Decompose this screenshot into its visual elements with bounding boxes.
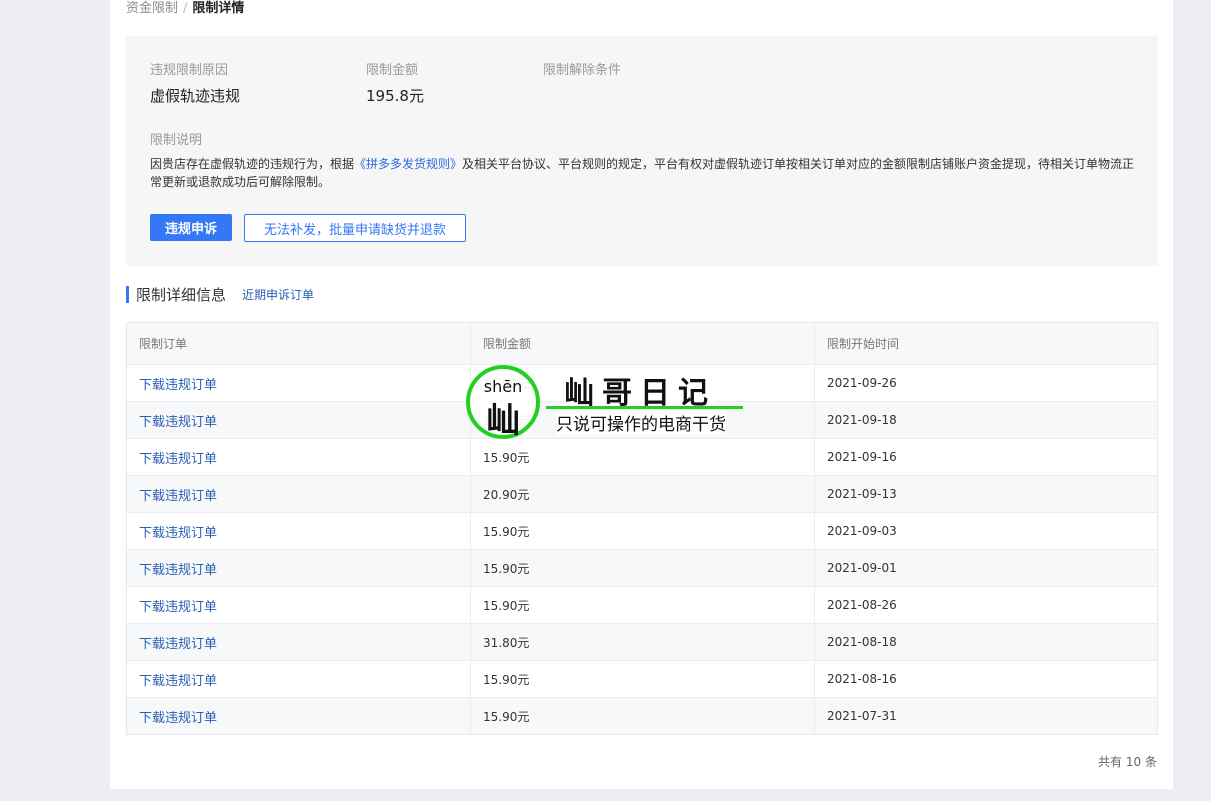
amount-cell: 20.90元 (470, 476, 814, 512)
order-cell: 下载违规订单 (127, 513, 470, 549)
description-before: 因贵店存在虚假轨迹的违规行为，根据 (150, 157, 355, 171)
section-header: 限制详细信息 近期申诉订单 (126, 284, 314, 304)
column-header-date: 限制开始时间 (814, 323, 1157, 364)
breadcrumb-separator: / (183, 1, 188, 16)
column-header-amount: 限制金额 (470, 323, 814, 364)
order-cell: 下载违规订单 (127, 476, 470, 512)
download-order-link[interactable]: 下载违规订单 (139, 374, 217, 393)
date-cell: 2021-09-26 (814, 365, 1157, 401)
total-count: 共有 10 条 (1098, 755, 1157, 769)
reason-value: 虚假轨迹违规 (150, 87, 241, 105)
table-row: 下载违规订单 15.90元 2021-08-26 (127, 586, 1157, 623)
appeal-button[interactable]: 违规申诉 (150, 214, 232, 241)
download-order-link[interactable]: 下载违规订单 (139, 411, 217, 430)
reason-label: 违规限制原因 (150, 63, 229, 78)
date-cell: 2021-09-03 (814, 513, 1157, 549)
order-cell: 下载违规订单 (127, 402, 470, 438)
amount-cell: 15.90元 (470, 550, 814, 586)
table-row: 下载违规订单 20.90元 2021-09-13 (127, 475, 1157, 512)
order-cell: 下载违规订单 (127, 661, 470, 697)
order-cell: 下载违规订单 (127, 698, 470, 734)
amount-value: 195.8元 (366, 87, 424, 105)
date-cell: 2021-08-18 (814, 624, 1157, 660)
date-cell: 2021-08-16 (814, 661, 1157, 697)
date-cell: 2021-09-01 (814, 550, 1157, 586)
order-cell: 下载违规订单 (127, 587, 470, 623)
watermark-logo: shēn 屾 (466, 365, 540, 441)
table-row: 下载违规订单 15.90元 2021-08-16 (127, 660, 1157, 697)
description-text: 因贵店存在虚假轨迹的违规行为，根据《拼多多发货规则》及相关平台协议、平台规则的规… (150, 155, 1140, 191)
description-label: 限制说明 (150, 133, 203, 148)
table-row: 下载违规订单 15.90元 2021-07-31 (127, 697, 1157, 734)
date-cell: 2021-09-18 (814, 402, 1157, 438)
batch-refund-button[interactable]: 无法补发，批量申请缺货并退款 (244, 214, 466, 242)
amount-cell: 15.90元 (470, 513, 814, 549)
table-row: 下载违规订单 31.80元 2021-08-18 (127, 623, 1157, 660)
date-cell: 2021-07-31 (814, 698, 1157, 734)
amount-cell: 15.90元 (470, 698, 814, 734)
condition-label: 限制解除条件 (543, 63, 622, 78)
download-order-link[interactable]: 下载违规订单 (139, 596, 217, 615)
breadcrumb-current: 限制详情 (192, 1, 245, 16)
amount-cell: 15.90元 (470, 587, 814, 623)
order-cell: 下载违规订单 (127, 550, 470, 586)
download-order-link[interactable]: 下载违规订单 (139, 448, 217, 467)
date-cell: 2021-09-13 (814, 476, 1157, 512)
order-cell: 下载违规订单 (127, 624, 470, 660)
amount-cell: 31.80元 (470, 624, 814, 660)
section-title: 限制详细信息 (136, 285, 227, 304)
breadcrumb-parent[interactable]: 资金限制 (126, 1, 178, 16)
table-row: 下载违规订单 15.90元 2021-09-03 (127, 512, 1157, 549)
order-cell: 下载违规订单 (127, 439, 470, 475)
watermark-char: 屾 (486, 401, 520, 441)
amount-cell: 15.90元 (470, 439, 814, 475)
recent-appeals-link[interactable]: 近期申诉订单 (242, 286, 314, 303)
amount-label: 限制金额 (366, 63, 419, 78)
section-accent-bar (126, 285, 129, 303)
table-row: 下载违规订单 15.90元 2021-09-01 (127, 549, 1157, 586)
watermark-underline (546, 406, 743, 409)
download-order-link[interactable]: 下载违规订单 (139, 559, 217, 578)
table-header: 限制订单 限制金额 限制开始时间 (127, 323, 1157, 364)
watermark-subtitle: 只说可操作的电商干货 (556, 410, 726, 435)
date-cell: 2021-09-16 (814, 439, 1157, 475)
amount-cell: 15.90元 (470, 661, 814, 697)
download-order-link[interactable]: 下载违规订单 (139, 707, 217, 726)
date-cell: 2021-08-26 (814, 587, 1157, 623)
column-header-order: 限制订单 (139, 337, 188, 351)
table-row: 下载违规订单 15.90元 2021-09-16 (127, 438, 1157, 475)
breadcrumb: 资金限制 / 限制详情 (126, 1, 244, 17)
order-cell: 下载违规订单 (127, 365, 470, 401)
download-order-link[interactable]: 下载违规订单 (139, 522, 217, 541)
download-order-link[interactable]: 下载违规订单 (139, 485, 217, 504)
download-order-link[interactable]: 下载违规订单 (139, 633, 217, 652)
shipping-rules-link[interactable]: 《拼多多发货规则》 (354, 157, 462, 171)
restriction-info-card: 违规限制原因 虚假轨迹违规 限制金额 195.8元 限制解除条件 限制说明 因贵… (126, 36, 1158, 266)
download-order-link[interactable]: 下载违规订单 (139, 670, 217, 689)
